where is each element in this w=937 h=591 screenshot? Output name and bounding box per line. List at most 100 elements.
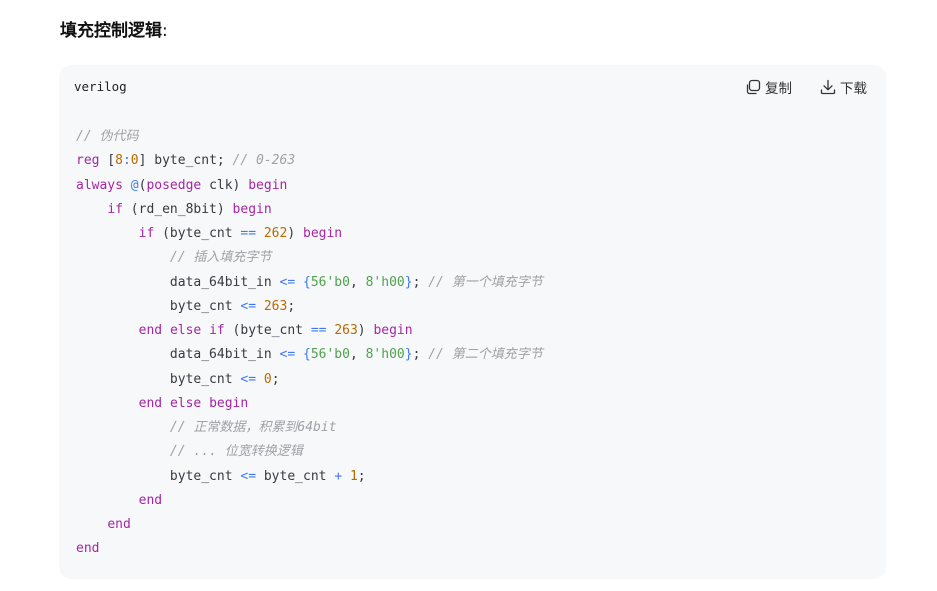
code-token: clk) <box>201 177 249 193</box>
code-block: verilog 复制 下载 // 伪代码 reg [8:0] byte_cnt; … <box>59 65 886 579</box>
copy-button[interactable]: 复制 <box>744 76 792 98</box>
code-token: } <box>404 347 413 363</box>
code-token: == <box>310 323 327 338</box>
code-token: { <box>302 347 311 363</box>
code-token: begin <box>232 201 272 217</box>
code-token: // 第一个填充字节 <box>428 274 543 290</box>
copy-icon <box>744 78 762 96</box>
code-token: begin <box>373 323 413 338</box>
code-block-header: verilog 复制 下载 <box>59 65 886 109</box>
code-token: 8'h00 <box>365 274 405 290</box>
code-token: ) <box>287 226 303 241</box>
code-token: reg <box>76 153 100 169</box>
code-token: 56'b0 <box>310 274 350 290</box>
section-heading-title: 填充控制逻辑 <box>60 21 162 41</box>
code-token: 0 <box>130 153 139 169</box>
code-line: always @(posedge clk) begin <box>76 174 543 198</box>
code-token: // 正常数据，积累到64bit <box>169 420 337 435</box>
code-token: 262 <box>263 226 288 241</box>
code-token: // 插入填充字节 <box>169 250 272 266</box>
code-token: always <box>76 177 123 193</box>
code-token: 56'b0 <box>310 347 350 363</box>
code-token: byte_cnt <box>76 298 241 314</box>
code-token: byte_cnt <box>76 371 241 387</box>
code-token: // 0-263 <box>232 153 296 169</box>
code-token: if <box>107 201 123 217</box>
code-line: reg [8:0] byte_cnt; // 0-263 <box>76 149 543 173</box>
code-token: 263 <box>263 298 288 314</box>
code-token: <= <box>279 347 296 363</box>
code-token: 8 <box>115 153 123 169</box>
code-token: else <box>169 395 202 411</box>
code-token: : <box>122 153 131 169</box>
code-token: 8'h00 <box>365 347 405 363</box>
code-token: ; <box>357 468 366 484</box>
download-button-label: 下载 <box>840 81 867 97</box>
code-token: begin <box>303 226 343 241</box>
code-token: data_64bit_in <box>76 347 280 363</box>
code-token: posedge <box>146 177 202 193</box>
code-token: ] byte_cnt; <box>138 153 233 169</box>
code-line: byte_cnt <= 0; <box>76 368 543 392</box>
download-button[interactable]: 下载 <box>819 76 867 98</box>
code-token: } <box>404 274 413 290</box>
code-line: end else begin <box>76 392 543 416</box>
code-language-label: verilog <box>74 79 127 94</box>
code-token: else <box>169 323 202 338</box>
code-token: 1 <box>349 468 358 484</box>
section-heading: 填充控制逻辑: <box>60 19 168 43</box>
code-token: if <box>138 226 155 241</box>
code-token: (rd_en_8bit) <box>122 201 233 217</box>
code-content: // 伪代码 reg [8:0] byte_cnt; // 0-263 always… <box>76 125 543 562</box>
code-token: 263 <box>334 323 358 338</box>
code-token: (byte_cnt <box>224 323 311 338</box>
code-token: <= <box>240 468 257 484</box>
code-token: ; <box>412 274 429 290</box>
code-token: // ... 位宽转换逻辑 <box>169 444 303 460</box>
section-heading-colon: : <box>162 21 168 41</box>
code-token: @ <box>130 177 139 193</box>
code-token: end <box>107 517 131 532</box>
code-line: end else if (byte_cnt == 263) begin <box>76 319 543 343</box>
code-token: [ <box>99 153 116 169</box>
code-line: data_64bit_in <= {56'b0, 8'h00}; // 第二个填… <box>76 343 543 367</box>
code-token: end <box>138 323 163 338</box>
code-token: begin <box>248 177 288 193</box>
code-token: <= <box>240 371 257 387</box>
code-line: // 伪代码 <box>76 125 543 149</box>
code-token: <= <box>240 298 257 314</box>
code-line: // ... 位宽转换逻辑 <box>76 440 543 464</box>
code-token: , <box>349 274 366 290</box>
code-line: end <box>76 489 543 513</box>
code-token: data_64bit_in <box>76 274 280 290</box>
code-token: ; <box>287 298 296 314</box>
code-token: ) <box>357 323 374 338</box>
copy-button-label: 复制 <box>765 81 792 97</box>
code-token: ; <box>271 371 280 387</box>
code-line: byte_cnt <= 263; <box>76 295 543 319</box>
code-token: // 伪代码 <box>76 129 139 144</box>
code-token: byte_cnt <box>256 468 335 484</box>
code-token: // 第二个填充字节 <box>428 347 543 363</box>
code-line: data_64bit_in <= {56'b0, 8'h00}; // 第一个填… <box>76 271 543 295</box>
code-token: end <box>138 395 163 411</box>
code-token: (byte_cnt <box>154 226 241 241</box>
code-token: <= <box>279 274 296 290</box>
code-token: ; <box>412 347 429 363</box>
